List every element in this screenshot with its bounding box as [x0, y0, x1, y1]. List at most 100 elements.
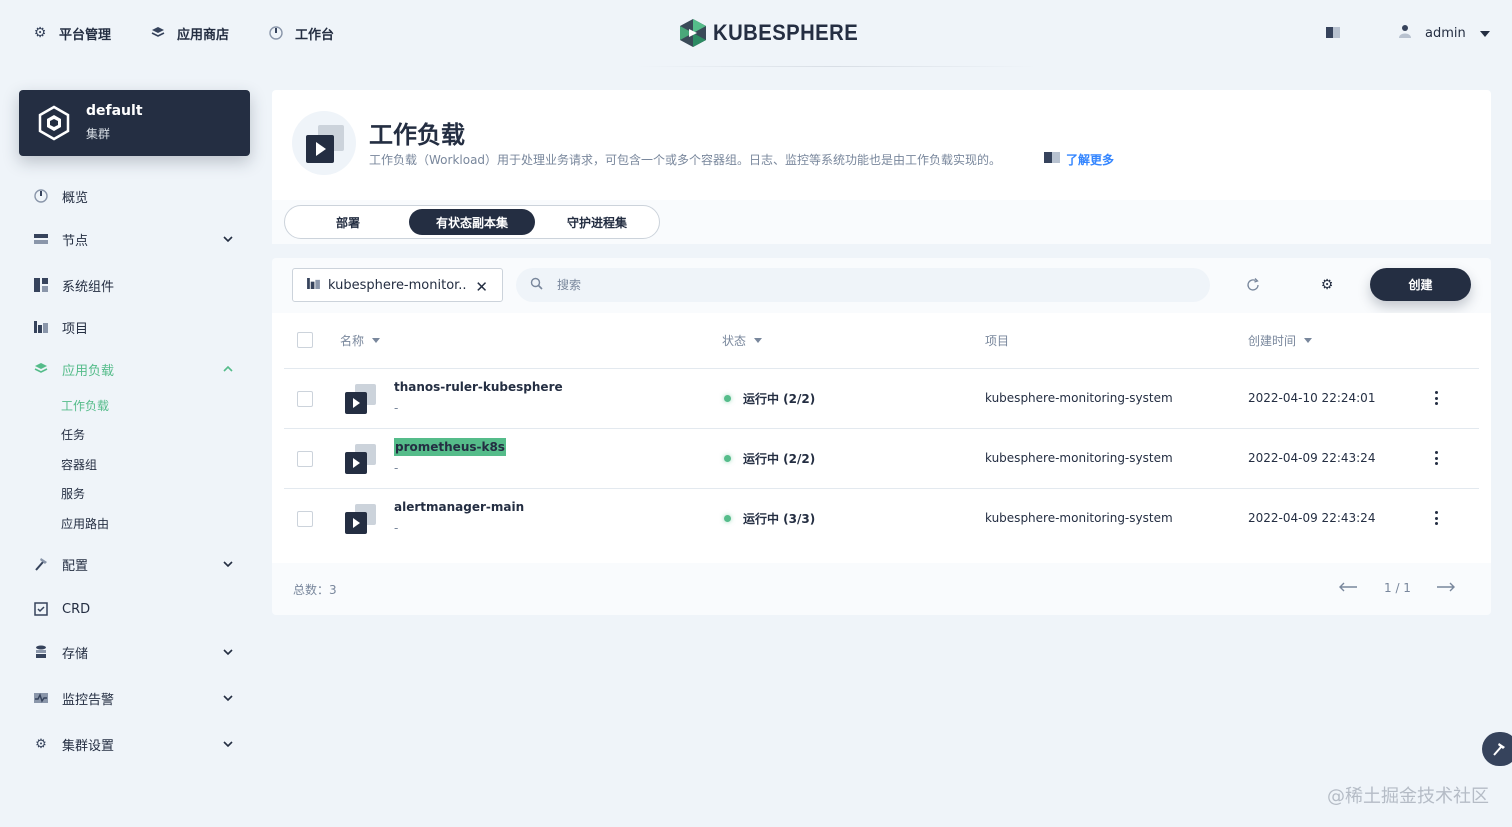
next-page-icon[interactable] [1436, 581, 1456, 595]
table-row[interactable]: alertmanager-main - 运行中 (3/3) kubesphere… [284, 488, 1479, 548]
tab-deployments[interactable]: 部署 [285, 209, 411, 235]
row-checkbox[interactable] [297, 451, 313, 467]
sidebar-subitem-workloads[interactable]: 工作负载 [61, 397, 109, 415]
status-dot-icon [724, 455, 731, 462]
project-cell: kubesphere-monitoring-system [985, 451, 1173, 465]
chevron-down-icon [223, 561, 233, 568]
row-checkbox[interactable] [297, 391, 313, 407]
chevron-down-icon [223, 741, 233, 748]
sidebar-item-label: 集群设置 [62, 738, 115, 754]
logo-text: KUBESPHERE [713, 20, 859, 45]
sidebar-item-label: 配置 [62, 558, 89, 574]
cluster-card[interactable]: default 集群 [19, 90, 250, 156]
status-text: 运行中 (3/3) [743, 512, 816, 526]
column-label: 名称 [340, 334, 365, 348]
nav-workbench-label: 工作台 [295, 27, 335, 43]
sidebar-subitem-pods[interactable]: 容器组 [61, 456, 97, 474]
sidebar-subitem-services[interactable]: 服务 [61, 485, 85, 503]
project-filter[interactable]: kubesphere-monitor... ✕ [292, 268, 503, 302]
page-indicator: 1 / 1 [1384, 581, 1411, 595]
tab-daemonsets[interactable]: 守护进程集 [534, 209, 660, 235]
hammer-icon [33, 556, 49, 572]
sidebar-item-storage[interactable]: 存储 [33, 641, 238, 663]
tab-statefulsets[interactable]: 有状态副本集 [409, 209, 535, 235]
nav-platform[interactable]: ⚙ 平台管理 [33, 22, 111, 44]
more-icon[interactable] [1430, 509, 1442, 527]
status-dot-icon [724, 395, 731, 402]
sidebar-subitem-ingress[interactable]: 应用路由 [61, 515, 109, 533]
create-button[interactable]: 创建 [1370, 268, 1471, 301]
sidebar-item-monitoring[interactable]: 监控告警 [33, 687, 238, 709]
chevron-up-icon [223, 365, 233, 372]
more-icon[interactable] [1430, 449, 1442, 467]
status-badge: 运行中 (2/2) [724, 390, 815, 407]
sidebar-item-nodes[interactable]: 节点 [33, 228, 238, 250]
toolbox-hammer-icon[interactable] [1482, 732, 1512, 766]
status-dot-icon [724, 515, 731, 522]
workload-name-link[interactable]: thanos-ruler-kubesphere [394, 380, 563, 394]
sidebar-item-components[interactable]: 系统组件 [33, 274, 238, 296]
sidebar-item-label: 监控告警 [62, 692, 115, 708]
sidebar-item-workloads[interactable]: 应用负载 [33, 358, 238, 380]
row-checkbox[interactable] [297, 511, 313, 527]
table-row[interactable]: prometheus-k8s - 运行中 (2/2) kubesphere-mo… [284, 428, 1479, 488]
workload-name-link[interactable]: alertmanager-main [394, 500, 524, 514]
column-status[interactable]: 状态 [722, 332, 763, 349]
kubesphere-logo[interactable]: KUBESPHERE [679, 17, 871, 49]
sidebar-item-overview[interactable]: 概览 [33, 185, 238, 207]
nav-workbench[interactable]: 工作台 [269, 22, 334, 44]
chevron-down-icon [223, 649, 233, 656]
learn-more-label: 了解更多 [1066, 152, 1115, 167]
sort-caret-icon [1304, 338, 1313, 343]
sidebar-item-label: 节点 [62, 233, 89, 249]
chevron-down-icon [223, 695, 233, 702]
book-icon[interactable] [1326, 27, 1340, 38]
search-bar[interactable] [516, 268, 1210, 302]
sidebar-item-crd[interactable]: CRD [33, 598, 238, 620]
statefulset-icon [345, 444, 376, 474]
sidebar-subitem-jobs[interactable]: 任务 [61, 426, 85, 444]
project-filter-value: kubesphere-monitor... [328, 277, 468, 293]
page-description: 工作负载（Workload）用于处理业务请求，可包含一个或多个容器组。日志、监控… [369, 153, 1002, 167]
column-created[interactable]: 创建时间 [1248, 332, 1313, 349]
project-icon [33, 319, 49, 335]
sidebar-item-label: 存储 [62, 646, 89, 662]
nav-appstore[interactable]: 应用商店 [151, 22, 229, 44]
select-all-checkbox[interactable] [297, 332, 313, 348]
status-badge: 运行中 (2/2) [724, 450, 815, 467]
table-row[interactable]: thanos-ruler-kubesphere - 运行中 (2/2) kube… [284, 368, 1479, 428]
workload-name-link[interactable]: prometheus-k8s [394, 438, 506, 456]
nav-platform-label: 平台管理 [59, 27, 112, 43]
sidebar-item-config[interactable]: 配置 [33, 553, 238, 575]
storage-icon [33, 644, 49, 660]
sidebar-item-projects[interactable]: 项目 [33, 316, 238, 338]
column-label: 项目 [985, 334, 1010, 348]
components-icon [33, 277, 49, 293]
sidebar-item-label: 系统组件 [62, 279, 115, 295]
user-menu[interactable]: admin [1399, 22, 1490, 44]
sidebar-item-label: 应用负载 [62, 363, 115, 379]
gear-icon[interactable]: ⚙ [1319, 277, 1335, 293]
column-name[interactable]: 名称 [340, 332, 381, 349]
more-icon[interactable] [1430, 389, 1442, 407]
refresh-icon[interactable] [1245, 277, 1261, 293]
monitor-icon [33, 690, 49, 706]
statefulset-icon [345, 384, 376, 414]
prev-page-icon[interactable] [1338, 581, 1358, 595]
status-badge: 运行中 (3/3) [724, 510, 815, 527]
sidebar-item-cluster-settings[interactable]: ⚙ 集群设置 [33, 733, 238, 755]
chevron-down-icon [1479, 26, 1490, 41]
top-nav: ⚙ 平台管理 应用商店 工作台 KUBESPHERE admin [0, 0, 1512, 67]
learn-more-link[interactable]: 了解更多 [1044, 150, 1114, 168]
close-icon[interactable]: ✕ [475, 278, 488, 296]
user-icon [1399, 24, 1411, 42]
sidebar-item-label: 概览 [62, 190, 89, 206]
sort-caret-icon [372, 338, 381, 343]
page-title: 工作负载 [369, 121, 465, 149]
column-project: 项目 [985, 332, 1009, 349]
workload-tabs: 部署 有状态副本集 守护进程集 [284, 205, 660, 239]
column-label: 状态 [722, 334, 747, 348]
cluster-subtitle: 集群 [86, 127, 111, 141]
search-input[interactable] [557, 278, 1157, 292]
created-cell: 2022-04-09 22:43:24 [1248, 511, 1376, 525]
